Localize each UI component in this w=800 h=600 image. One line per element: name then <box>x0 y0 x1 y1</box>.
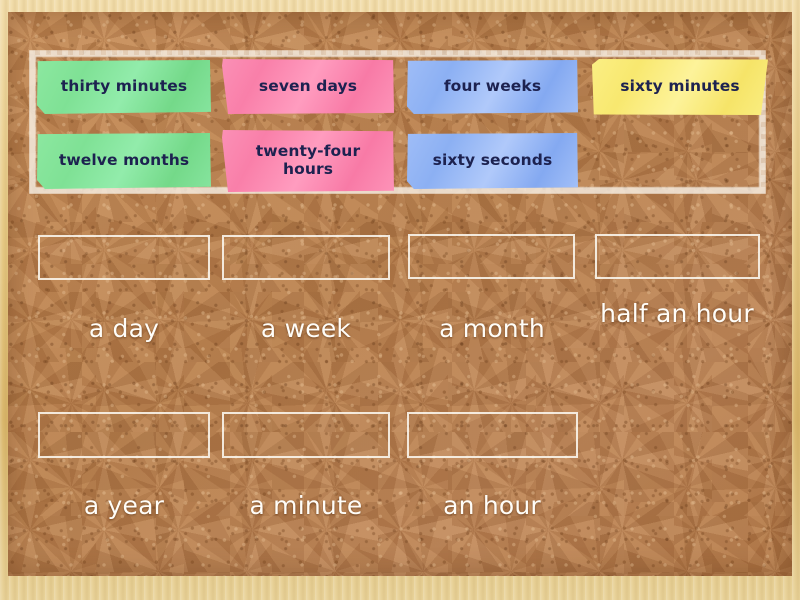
word-tile-seven-days[interactable]: seven days <box>222 59 394 114</box>
word-tile-four-weeks[interactable]: four weeks <box>407 60 578 114</box>
word-tile-label: twelve months <box>58 151 190 170</box>
word-tile-label: twenty-four hours <box>255 142 361 178</box>
answer-slot-a-minute[interactable] <box>222 412 390 458</box>
answer-slot-half-an-hour[interactable] <box>595 234 760 279</box>
answer-slot-label-a-minute: a minute <box>249 491 363 520</box>
word-tile-sixty-minutes[interactable]: sixty minutes <box>592 59 768 115</box>
answer-slot-a-day[interactable] <box>38 235 210 280</box>
word-tile-label: sixty minutes <box>620 77 740 96</box>
activity-stage: thirty minutes seven days four weeks six… <box>0 0 800 600</box>
word-tile-twelve-months[interactable]: twelve months <box>37 133 211 189</box>
word-tile-twenty-four-hours[interactable]: twenty-four hours <box>222 130 394 192</box>
word-tile-label: thirty minutes <box>60 77 188 96</box>
answer-slot-label-a-year: a year <box>83 491 165 520</box>
answer-slot-label-an-hour: an hour <box>443 491 541 520</box>
answer-slot-label-half-an-hour: half an hour <box>600 299 754 328</box>
answer-slot-a-month[interactable] <box>408 234 575 279</box>
word-tile-sixty-seconds[interactable]: sixty seconds <box>407 133 578 189</box>
answer-slot-a-year[interactable] <box>38 412 210 458</box>
word-tile-label: four weeks <box>443 77 542 96</box>
word-tile-label: seven days <box>258 76 358 95</box>
answer-slot-a-week[interactable] <box>222 235 390 280</box>
answer-slot-label-a-month: a month <box>439 314 545 343</box>
word-tile-label: sixty seconds <box>432 151 553 170</box>
word-tile-thirty-minutes[interactable]: thirty minutes <box>37 60 211 114</box>
answer-slot-label-a-week: a week <box>260 314 352 343</box>
answer-slot-an-hour[interactable] <box>407 412 578 458</box>
answer-slot-label-a-day: a day <box>88 314 160 343</box>
